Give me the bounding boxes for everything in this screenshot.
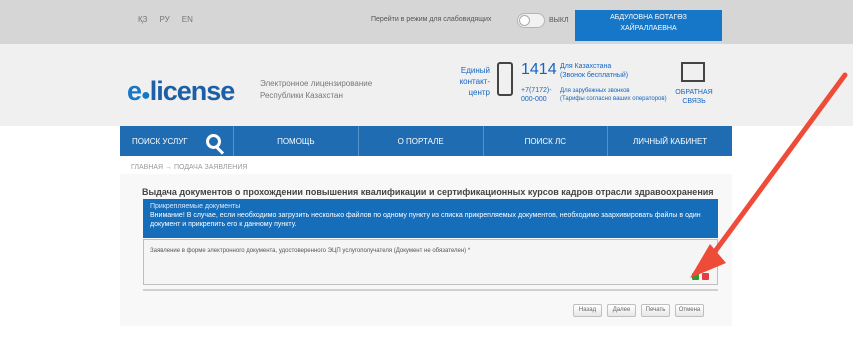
breadcrumb[interactable]: ГЛАВНАЯ → ПОДАЧА ЗАЯВЛЕНИЯ	[131, 164, 247, 171]
form-buttons: Назад Далее Печать Отмена	[573, 304, 704, 317]
contact-center-label: Единый контакт- центр	[446, 65, 490, 98]
lang-en[interactable]: EN	[182, 15, 193, 24]
info-heading: Прикрепляемые документы	[150, 203, 241, 210]
main-nav: ПОИСК УСЛУГ ПОМОЩЬ О ПОРТАЛЕ ПОИСК ЛС ЛИ…	[120, 126, 732, 156]
contact-line: Единый	[460, 66, 490, 75]
phone-note: Для Казахстана (Звонок бесплатный)	[560, 62, 628, 80]
attach-icon[interactable]	[692, 273, 699, 280]
tagline-line: Республики Казахстан	[260, 91, 343, 100]
envelope-icon[interactable]	[681, 62, 705, 82]
phone-number-alt-line: 000-000	[521, 96, 547, 103]
contact-line: контакт-	[459, 77, 490, 86]
feedback-line: СВЯЗЬ	[682, 98, 706, 105]
feedback-link[interactable]: ОБРАТНАЯ СВЯЗЬ	[672, 88, 716, 106]
vision-mode-state: ВЫКЛ	[549, 17, 569, 24]
phone-number-alt: +7(7172)- 000-000	[521, 86, 552, 104]
site-tagline: Электронное лицензирование Республики Ка…	[260, 78, 372, 102]
tagline-line: Электронное лицензирование	[260, 79, 373, 88]
vision-mode-toggle[interactable]	[517, 13, 545, 28]
topbar: ҚЗ РУ EN Перейти в режим для слабовидящи…	[0, 0, 853, 44]
nav-item-about[interactable]: О ПОРТАЛЕ	[359, 126, 484, 156]
phone-note-title: Для Казахстана	[560, 63, 612, 70]
user-account-button[interactable]: АБДУЛОВНА БОТАГӨЗ ХАЙРАЛЛАЕВНА	[575, 10, 722, 41]
document-upload-field: Заявление в форме электронного документа…	[143, 239, 718, 285]
phone-number-alt-line: +7(7172)-	[521, 87, 552, 94]
feedback-line: ОБРАТНАЯ	[675, 89, 713, 96]
print-button[interactable]: Печать	[641, 304, 670, 317]
info-body: Внимание! В случае, если необходимо загр…	[150, 212, 701, 219]
language-switcher: ҚЗ РУ EN	[138, 15, 193, 24]
browser-page: ҚЗ РУ EN Перейти в режим для слабовидящи…	[0, 0, 853, 341]
logo-e: e	[127, 76, 142, 106]
logo-text: license	[149, 76, 236, 106]
foreign-calls-title: Для зарубежных звонков	[560, 88, 630, 94]
info-box: Прикрепляемые документы Внимание! В случ…	[143, 199, 718, 238]
vision-mode-label: Перейти в режим для слабовидящих	[371, 16, 492, 23]
nav-item-license-search[interactable]: ПОИСК ЛС	[484, 126, 609, 156]
nav-item-help[interactable]: ПОМОЩЬ	[234, 126, 359, 156]
file-strip	[143, 289, 718, 291]
back-button[interactable]: Назад	[573, 304, 602, 317]
toggle-knob	[519, 15, 530, 26]
site-logo[interactable]: e●license	[127, 76, 236, 107]
foreign-calls-sub: (Тарифы согласно ваших операторов)	[560, 96, 667, 102]
phone-note-sub: (Звонок бесплатный)	[560, 72, 629, 79]
foreign-calls-note: Для зарубежных звонков (Тарифы согласно …	[560, 87, 667, 103]
phone-number: 1414	[521, 61, 557, 78]
contact-line: центр	[468, 88, 490, 97]
page-title: Выдача документов о прохождении повышени…	[142, 187, 714, 197]
search-icon	[206, 133, 221, 149]
nav-search[interactable]: ПОИСК УСЛУГ	[120, 126, 234, 156]
next-button[interactable]: Далее	[607, 304, 636, 317]
nav-item-cabinet[interactable]: ЛИЧНЫЙ КАБИНЕТ	[608, 126, 732, 156]
nav-search-label: ПОИСК УСЛУГ	[132, 136, 188, 146]
lang-ru[interactable]: РУ	[160, 15, 170, 24]
remove-icon[interactable]	[702, 273, 709, 280]
lang-kz[interactable]: ҚЗ	[138, 15, 148, 24]
phone-icon	[497, 62, 513, 96]
cancel-button[interactable]: Отмена	[675, 304, 704, 317]
info-body: документ и прикрепить его к данному пунк…	[150, 221, 297, 228]
field-actions	[692, 273, 709, 280]
logo-dot: ●	[141, 87, 151, 104]
document-label: Заявление в форме электронного документа…	[150, 248, 471, 254]
